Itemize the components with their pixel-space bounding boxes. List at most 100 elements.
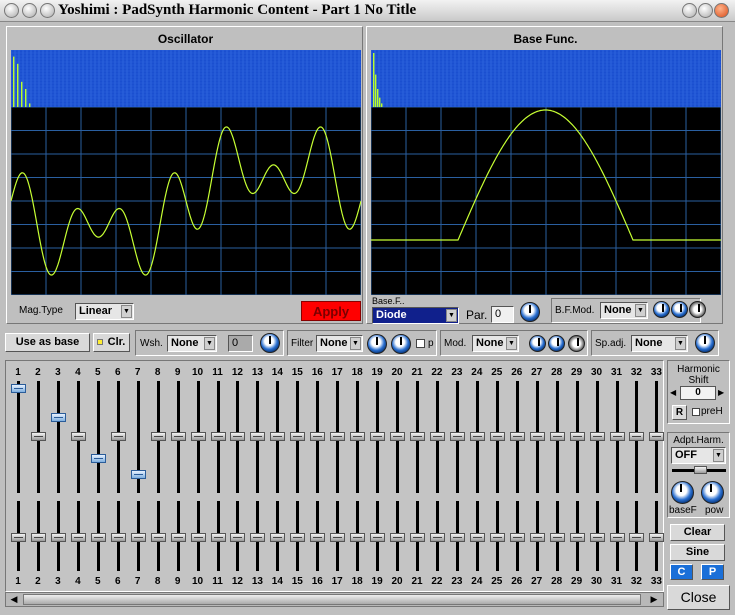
- magnitude-slider-thumb[interactable]: [70, 432, 86, 441]
- phase-slider-thumb[interactable]: [489, 533, 505, 542]
- filter-select[interactable]: None ▼: [316, 335, 363, 352]
- bf-mod-par2-knob[interactable]: [671, 301, 688, 318]
- wsh-select[interactable]: None ▼: [167, 335, 217, 352]
- phase-slider-thumb[interactable]: [310, 533, 326, 542]
- phase-slider-thumb[interactable]: [190, 533, 206, 542]
- shift-right-icon[interactable]: ▶: [718, 387, 728, 399]
- adapt-harm-select[interactable]: OFF ▼: [671, 447, 726, 464]
- phase-slider-thumb[interactable]: [70, 533, 86, 542]
- phase-slider-thumb[interactable]: [230, 533, 246, 542]
- magnitude-slider-thumb[interactable]: [150, 432, 166, 441]
- magnitude-slider-track[interactable]: [96, 381, 100, 493]
- pin-button[interactable]: [40, 3, 55, 18]
- magnitude-slider-thumb[interactable]: [30, 432, 46, 441]
- phase-slider-thumb[interactable]: [11, 533, 26, 542]
- mod-par1-knob[interactable]: [529, 335, 546, 352]
- magnitude-slider-thumb[interactable]: [529, 432, 545, 441]
- magnitude-slider-thumb[interactable]: [270, 432, 286, 441]
- magnitude-slider-thumb[interactable]: [310, 432, 326, 441]
- preh-checkbox[interactable]: [692, 408, 700, 416]
- par-value-field[interactable]: 0: [491, 306, 514, 323]
- magnitude-slider-track[interactable]: [17, 381, 20, 493]
- magnitude-slider-thumb[interactable]: [469, 432, 485, 441]
- mod-par3-knob[interactable]: [568, 335, 585, 352]
- magnitude-slider-thumb[interactable]: [110, 432, 126, 441]
- magnitude-slider-thumb[interactable]: [190, 432, 206, 441]
- basef-knob[interactable]: [671, 481, 694, 504]
- phase-slider-thumb[interactable]: [330, 533, 346, 542]
- magnitude-slider-track[interactable]: [56, 381, 60, 493]
- harmonic-shift-value[interactable]: 0: [680, 386, 716, 400]
- magnitude-slider-thumb[interactable]: [350, 432, 366, 441]
- paste-button[interactable]: P: [701, 564, 724, 580]
- phase-slider-thumb[interactable]: [589, 533, 605, 542]
- magnitude-slider-thumb[interactable]: [210, 432, 226, 441]
- close-window-button[interactable]: [714, 3, 729, 18]
- magnitude-slider-thumb[interactable]: [250, 432, 266, 441]
- magnitude-slider-thumb[interactable]: [429, 432, 445, 441]
- phase-slider-thumb[interactable]: [270, 533, 286, 542]
- magnitude-slider-thumb[interactable]: [609, 432, 625, 441]
- bf-mod-par3-knob[interactable]: [689, 301, 706, 318]
- par-knob[interactable]: [520, 302, 540, 322]
- phase-slider-thumb[interactable]: [390, 533, 406, 542]
- copy-button[interactable]: C: [670, 564, 693, 580]
- phase-slider-thumb[interactable]: [449, 533, 465, 542]
- harmonics-scrollbar[interactable]: ◀ ▶: [5, 592, 664, 607]
- phase-slider-thumb[interactable]: [410, 533, 425, 542]
- phase-slider-thumb[interactable]: [50, 533, 66, 542]
- magnitude-slider-thumb[interactable]: [370, 432, 386, 441]
- sine-button[interactable]: Sine: [670, 544, 725, 561]
- phase-slider-thumb[interactable]: [130, 533, 146, 542]
- harmonic-shift-r-button[interactable]: R: [672, 405, 687, 420]
- sp-adj-knob[interactable]: [695, 333, 715, 353]
- phase-slider-thumb[interactable]: [469, 533, 485, 542]
- adapt-harm-slider-thumb[interactable]: [694, 466, 707, 474]
- base-f-select[interactable]: Diode ▼: [372, 307, 459, 324]
- magnitude-slider-thumb[interactable]: [50, 412, 66, 422]
- magnitude-slider-thumb[interactable]: [410, 432, 425, 441]
- magnitude-slider-thumb[interactable]: [629, 432, 645, 441]
- magnitude-slider-thumb[interactable]: [90, 453, 106, 463]
- phase-slider-thumb[interactable]: [370, 533, 386, 542]
- phase-slider-thumb[interactable]: [549, 533, 565, 542]
- filter-par2-knob[interactable]: [391, 334, 411, 354]
- apply-button[interactable]: Apply: [301, 301, 361, 321]
- clear-button[interactable]: Clear: [670, 524, 725, 541]
- phase-slider-thumb[interactable]: [649, 533, 665, 542]
- magnitude-slider-thumb[interactable]: [569, 432, 585, 441]
- scrollbar-thumb[interactable]: [23, 594, 641, 605]
- wsh-knob[interactable]: [260, 333, 280, 353]
- phase-slider-thumb[interactable]: [90, 533, 106, 542]
- phase-slider-thumb[interactable]: [250, 533, 266, 542]
- phase-slider-thumb[interactable]: [30, 533, 46, 542]
- mod-par2-knob[interactable]: [548, 335, 565, 352]
- magnitude-slider-thumb[interactable]: [230, 432, 246, 441]
- bf-mod-select[interactable]: None ▼: [600, 302, 648, 319]
- magnitude-slider-thumb[interactable]: [170, 432, 186, 441]
- minimize-button[interactable]: [682, 3, 697, 18]
- maximize-button[interactable]: [698, 3, 713, 18]
- magnitude-slider-thumb[interactable]: [489, 432, 505, 441]
- use-as-base-button[interactable]: Use as base: [5, 333, 90, 352]
- magnitude-slider-thumb[interactable]: [390, 432, 406, 441]
- magnitude-slider-thumb[interactable]: [11, 384, 26, 393]
- window-menu-button[interactable]: [4, 3, 19, 18]
- magnitude-slider-thumb[interactable]: [589, 432, 605, 441]
- magnitude-slider-thumb[interactable]: [330, 432, 346, 441]
- mod-select[interactable]: None ▼: [472, 335, 519, 352]
- scroll-left-icon[interactable]: ◀: [8, 594, 20, 605]
- shade-button[interactable]: [22, 3, 37, 18]
- magnitude-slider-thumb[interactable]: [509, 432, 525, 441]
- filter-par1-knob[interactable]: [367, 334, 387, 354]
- phase-slider-thumb[interactable]: [569, 533, 585, 542]
- phase-slider-thumb[interactable]: [350, 533, 366, 542]
- sp-adj-select[interactable]: None ▼: [631, 335, 688, 352]
- phase-slider-thumb[interactable]: [629, 533, 645, 542]
- magnitude-slider-thumb[interactable]: [449, 432, 465, 441]
- magnitude-slider-thumb[interactable]: [649, 432, 665, 441]
- wsh-amount-field[interactable]: 0: [228, 335, 253, 352]
- filter-p-checkbox[interactable]: [416, 339, 425, 348]
- magnitude-slider-thumb[interactable]: [549, 432, 565, 441]
- phase-slider-thumb[interactable]: [170, 533, 186, 542]
